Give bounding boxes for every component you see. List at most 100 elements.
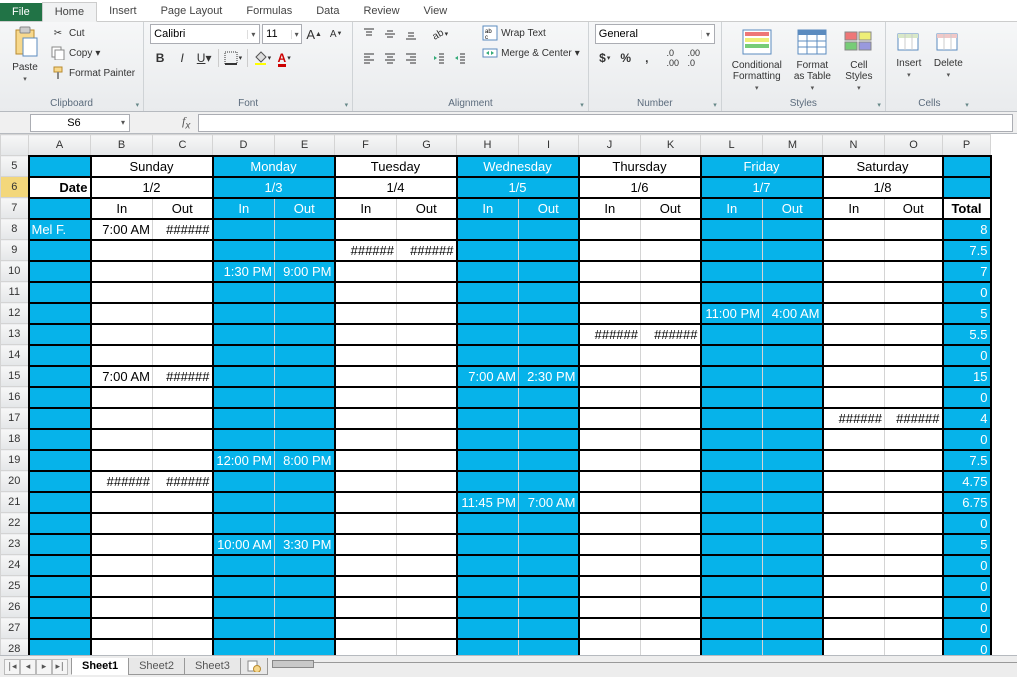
grow-font-button[interactable]: A▲ [304, 24, 324, 44]
cell[interactable] [641, 471, 701, 492]
cell[interactable] [335, 366, 397, 387]
cell[interactable] [763, 534, 823, 555]
cell-styles-button[interactable]: Cell Styles▾ [839, 24, 879, 94]
cell[interactable] [335, 639, 397, 656]
cell[interactable] [519, 282, 579, 303]
cell[interactable] [29, 408, 91, 429]
cell[interactable] [641, 513, 701, 534]
font-size-combo[interactable]: ▾ [262, 24, 302, 44]
cut-button[interactable]: ✂ Cut [48, 24, 137, 42]
cell[interactable] [701, 492, 763, 513]
cell[interactable]: Out [641, 198, 701, 219]
cell[interactable] [275, 492, 335, 513]
align-center-button[interactable] [380, 48, 400, 68]
cell[interactable] [943, 177, 991, 198]
cell[interactable] [823, 387, 885, 408]
new-sheet-button[interactable] [240, 658, 268, 675]
cell[interactable] [823, 471, 885, 492]
copy-button[interactable]: Copy ▾ [48, 44, 137, 62]
cell[interactable]: 9:00 PM [275, 261, 335, 282]
cell[interactable] [885, 303, 943, 324]
cell[interactable] [579, 366, 641, 387]
shrink-font-button[interactable]: A▼ [326, 24, 346, 44]
col-header-C[interactable]: C [153, 135, 213, 156]
row-header-25[interactable]: 25 [1, 576, 29, 597]
cell[interactable] [29, 429, 91, 450]
cell[interactable] [763, 261, 823, 282]
cell[interactable] [153, 387, 213, 408]
cell[interactable] [519, 324, 579, 345]
cell[interactable] [29, 345, 91, 366]
cell[interactable] [823, 513, 885, 534]
align-right-button[interactable] [401, 48, 421, 68]
cell[interactable] [153, 408, 213, 429]
cell[interactable] [519, 240, 579, 261]
row-header-17[interactable]: 17 [1, 408, 29, 429]
cell[interactable] [579, 219, 641, 240]
row-header-6[interactable]: 6 [1, 177, 29, 198]
cell[interactable] [153, 639, 213, 656]
sheet-nav-first[interactable]: ∣◂ [4, 659, 20, 675]
row-header-18[interactable]: 18 [1, 429, 29, 450]
cell[interactable] [335, 513, 397, 534]
cell[interactable] [519, 534, 579, 555]
cell[interactable] [397, 576, 457, 597]
cell[interactable] [763, 576, 823, 597]
cell[interactable] [701, 639, 763, 656]
cell[interactable] [91, 618, 153, 639]
col-header-I[interactable]: I [519, 135, 579, 156]
cell[interactable]: 1/7 [701, 177, 823, 198]
cell[interactable] [519, 219, 579, 240]
cell[interactable] [335, 618, 397, 639]
cell[interactable] [335, 219, 397, 240]
cell[interactable]: Out [763, 198, 823, 219]
cell[interactable] [579, 639, 641, 656]
cell[interactable] [29, 387, 91, 408]
cell[interactable] [701, 597, 763, 618]
cell[interactable] [91, 261, 153, 282]
cell[interactable] [335, 534, 397, 555]
cell[interactable] [763, 366, 823, 387]
cell[interactable] [641, 555, 701, 576]
cell[interactable]: ###### [823, 408, 885, 429]
cell[interactable] [885, 555, 943, 576]
accounting-format-button[interactable]: $▾ [595, 48, 615, 68]
cell[interactable] [335, 324, 397, 345]
decrease-decimal-button[interactable]: .00.0 [684, 48, 704, 68]
col-header-M[interactable]: M [763, 135, 823, 156]
number-format-combo[interactable]: ▾ [595, 24, 715, 44]
cell[interactable] [91, 282, 153, 303]
cell[interactable] [579, 303, 641, 324]
cell[interactable] [823, 303, 885, 324]
cell[interactable] [579, 387, 641, 408]
cell[interactable] [335, 261, 397, 282]
cell[interactable]: 0 [943, 555, 991, 576]
cell[interactable] [763, 324, 823, 345]
cell[interactable] [457, 555, 519, 576]
cell[interactable] [519, 597, 579, 618]
row-header-11[interactable]: 11 [1, 282, 29, 303]
cell[interactable] [275, 366, 335, 387]
cell[interactable] [335, 408, 397, 429]
cell[interactable] [457, 576, 519, 597]
cell[interactable] [397, 366, 457, 387]
cell[interactable] [763, 555, 823, 576]
cell[interactable] [641, 492, 701, 513]
cell[interactable] [397, 387, 457, 408]
cell[interactable] [213, 492, 275, 513]
cell[interactable] [823, 240, 885, 261]
cell[interactable] [275, 240, 335, 261]
cell[interactable] [335, 387, 397, 408]
cell[interactable] [397, 219, 457, 240]
cell[interactable]: 7:00 AM [519, 492, 579, 513]
cell[interactable] [519, 408, 579, 429]
cell[interactable]: Date [29, 177, 91, 198]
tab-data[interactable]: Data [304, 2, 351, 21]
cell[interactable]: Out [519, 198, 579, 219]
cell[interactable]: 1:30 PM [213, 261, 275, 282]
cell[interactable] [29, 303, 91, 324]
cell[interactable]: In [91, 198, 153, 219]
sheet-nav-next[interactable]: ▸ [36, 659, 52, 675]
cell[interactable] [29, 555, 91, 576]
cell[interactable] [457, 513, 519, 534]
